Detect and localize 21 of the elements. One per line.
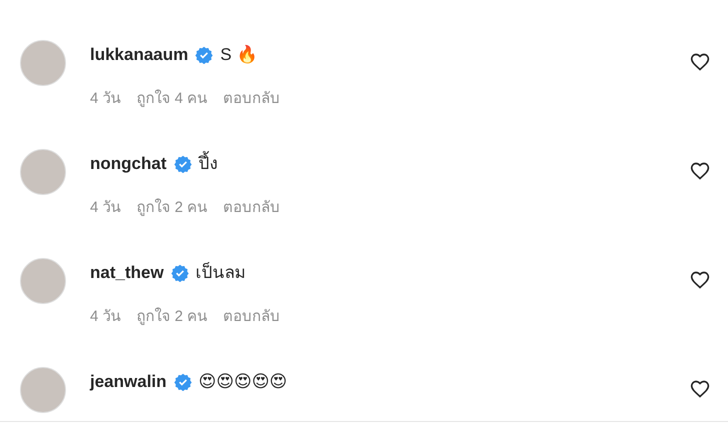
like-count[interactable]: ถูกใจ 2 คน: [136, 306, 208, 328]
timestamp: 4 วัน: [90, 306, 121, 326]
like-button[interactable]: [690, 379, 710, 399]
username[interactable]: nongchat: [90, 151, 166, 176]
like-count[interactable]: ถูกใจ 4 คน: [136, 88, 208, 110]
like-button[interactable]: [690, 270, 710, 290]
comment-text: 😍😍😍😍😍: [198, 371, 288, 393]
comment-text: เป็นลม: [196, 261, 246, 284]
like-button[interactable]: [690, 52, 710, 72]
username[interactable]: jeanwalin: [90, 369, 167, 394]
like-count[interactable]: ถูกใจ 2 คน: [136, 196, 208, 219]
timestamp: 4 วัน: [90, 88, 121, 108]
like-button[interactable]: [690, 161, 710, 181]
username[interactable]: nat_thew: [90, 260, 164, 286]
reply-link[interactable]: ตอบกลับ: [223, 88, 280, 110]
comment-text: S 🔥: [220, 44, 258, 66]
reply-link[interactable]: ตอบกลับ: [223, 306, 280, 328]
comment-text: ปึ้ง: [198, 151, 218, 176]
timestamp: 4 วัน: [90, 198, 121, 218]
username[interactable]: lukkanaaum: [90, 42, 188, 68]
reply-link[interactable]: ตอบกลับ: [223, 196, 280, 219]
